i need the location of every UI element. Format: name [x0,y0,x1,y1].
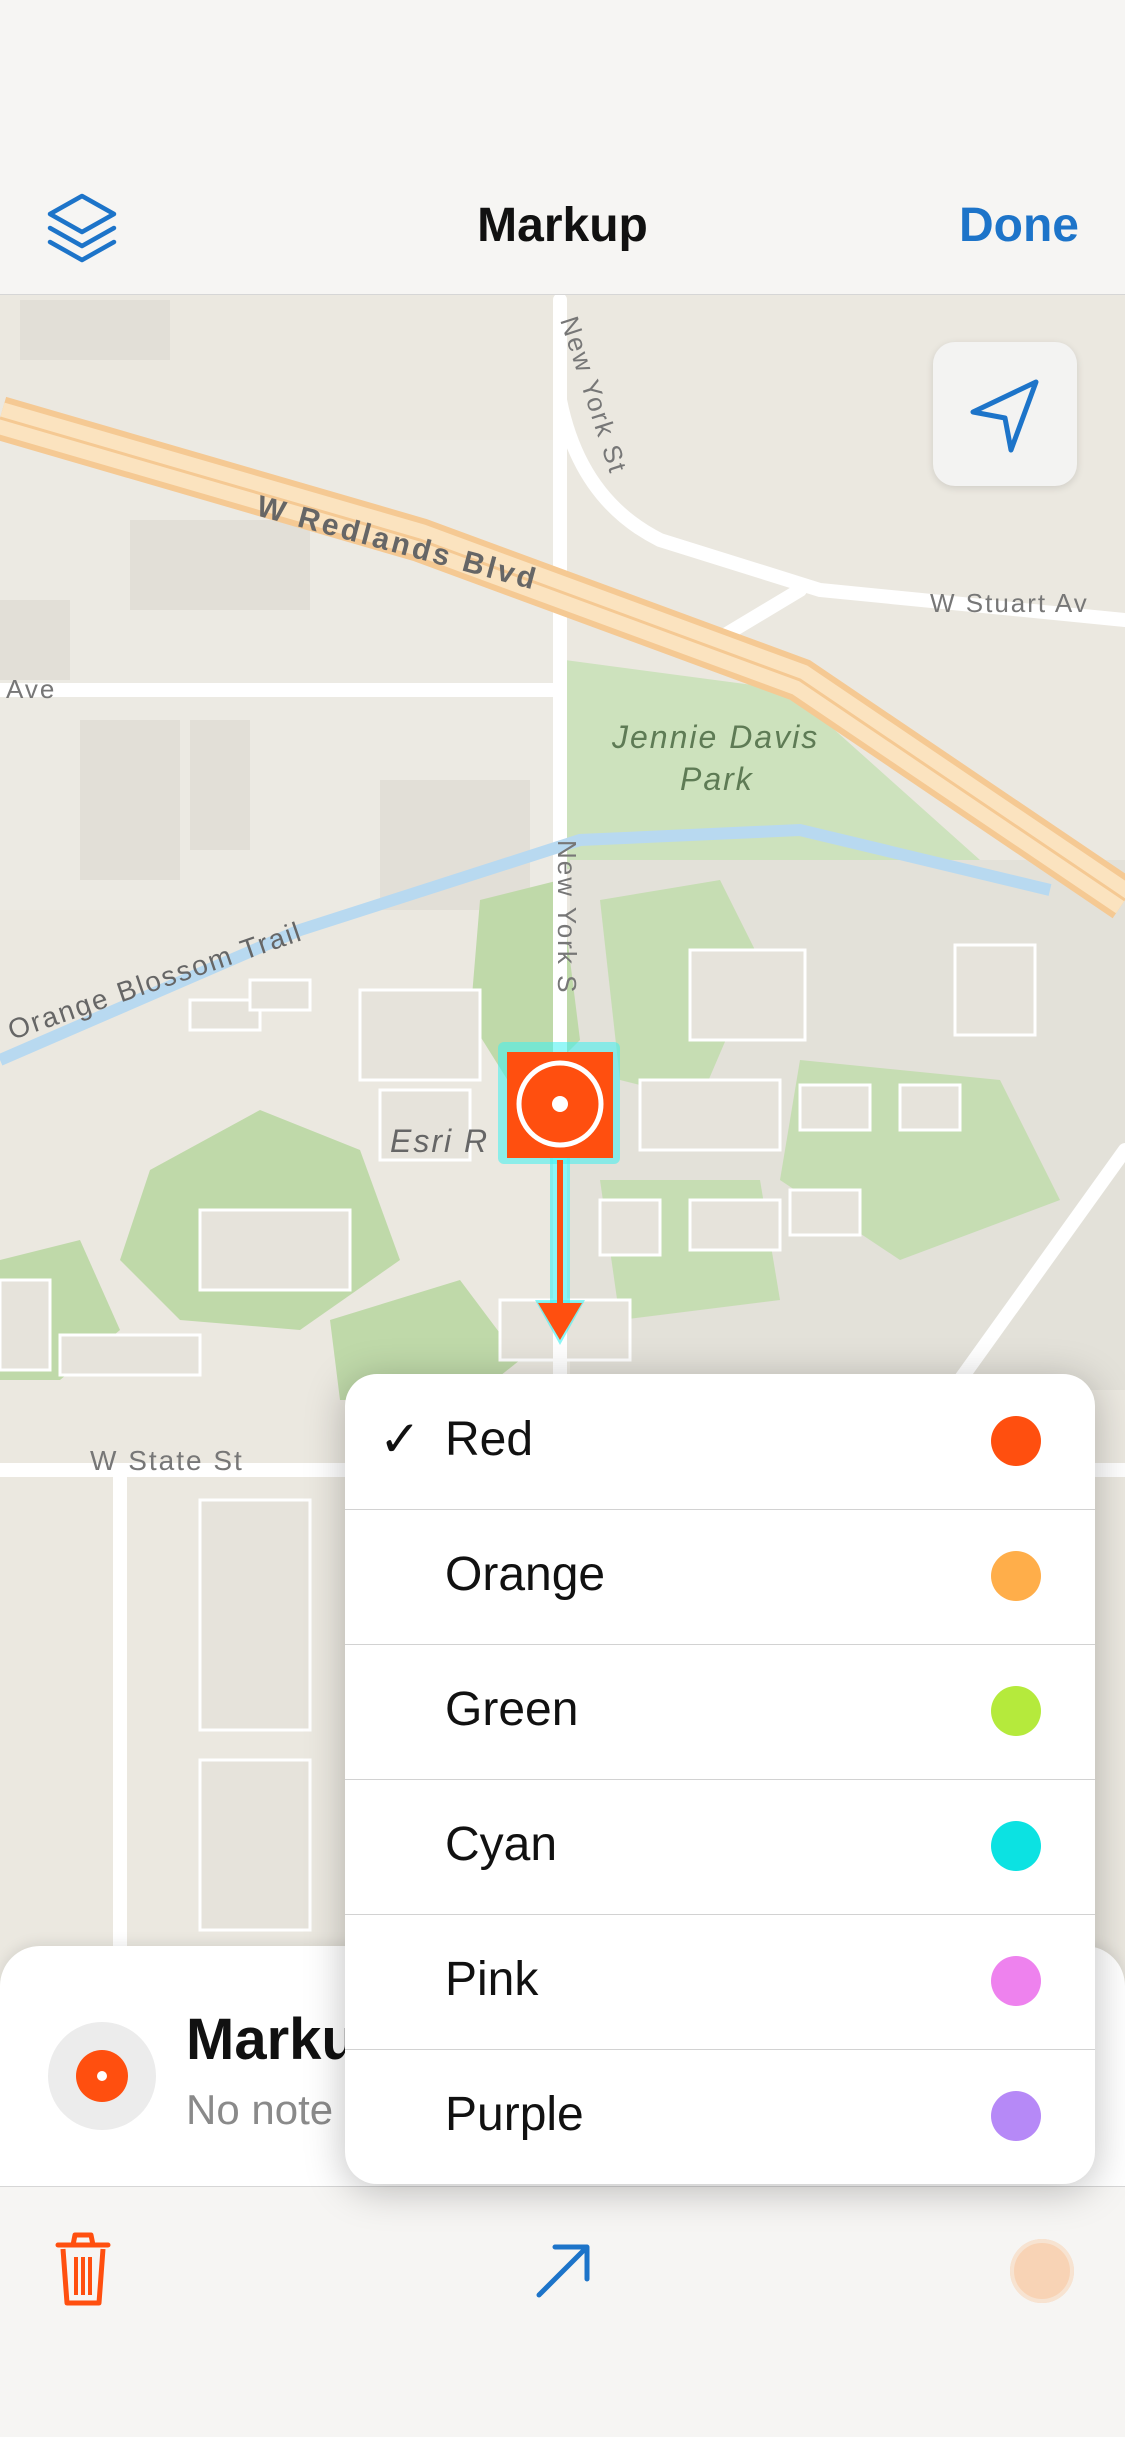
color-option-purple[interactable]: Purple [345,2049,1095,2184]
road-label-newyork-mid: New York S [552,840,582,994]
road-label-ave: Ave [6,674,56,704]
color-option-label: Pink [445,1953,539,2006]
color-option-pink[interactable]: Pink [345,1914,1095,2050]
road-label-state: W State St [90,1445,244,1476]
color-option-label: Cyan [445,1818,558,1871]
card-title: Marku [186,2007,357,2072]
color-swatch-icon [991,2091,1041,2141]
color-option-orange[interactable]: Orange [345,1509,1095,1645]
locate-button[interactable] [933,342,1077,486]
color-swatch-icon [991,1821,1041,1871]
park-label-line1: Jennie Davis [611,719,819,755]
arrow-up-right-icon[interactable] [517,2223,607,2313]
color-option-label: Purple [445,2088,584,2141]
color-option-label: Orange [445,1548,606,1601]
done-button[interactable]: Done [959,198,1079,253]
park-label-line2: Park [680,761,754,797]
markup-symbol-icon [48,2022,156,2130]
top-navigation-bar: Markup Done [0,0,1125,295]
bottom-toolbar [0,2186,1125,2437]
color-menu: ✓ Red Orange Green Cyan Pink Purple [345,1374,1095,2184]
color-option-label: Green [445,1683,579,1736]
color-swatch-icon [991,1956,1041,2006]
color-option-label: Red [445,1413,534,1466]
color-option-green[interactable]: Green [345,1644,1095,1780]
checkmark-icon: ✓ [379,1411,421,1467]
color-circle-icon[interactable] [997,2223,1087,2313]
page-title: Markup [477,199,648,252]
location-arrow-icon [970,379,1039,453]
card-subtitle: No note [186,2086,334,2133]
color-swatch-icon [991,1686,1041,1736]
campus-label: Esri R [390,1123,489,1159]
road-label-stuart: W Stuart Av [930,588,1089,618]
color-option-cyan[interactable]: Cyan [345,1779,1095,1915]
trash-icon[interactable] [38,2223,128,2313]
color-swatch-icon [991,1551,1041,1601]
color-swatch-icon [991,1416,1041,1466]
color-option-red[interactable]: ✓ Red [345,1374,1095,1510]
